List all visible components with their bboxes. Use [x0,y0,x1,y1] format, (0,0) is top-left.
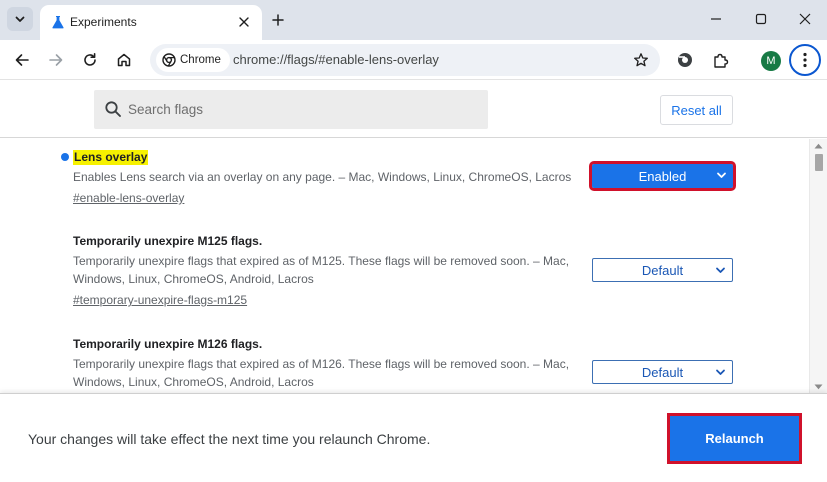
reload-icon [84,53,96,66]
chip-label: Chrome [180,54,221,66]
scroll-up-arrow-icon[interactable] [814,143,823,149]
chevron-down-icon [716,267,725,273]
browser-toolbar: Chrome chrome://flags/#enable-lens-overl… [0,40,827,80]
arrow-left-icon [15,54,29,66]
puzzle-icon [713,53,728,68]
back-button[interactable] [8,46,36,74]
flag-state-value: Enabled [638,168,687,184]
site-info-chip[interactable]: Chrome [156,48,230,72]
tab-experiments[interactable]: Experiments [40,5,262,40]
flag-state-value: Default [641,262,684,278]
search-flags-box[interactable] [94,90,488,129]
search-flags-input[interactable] [128,90,478,129]
scroll-down-arrow-icon[interactable] [814,384,823,390]
page-scrollbar[interactable] [809,139,827,393]
maximize-icon [755,13,767,25]
home-button[interactable] [110,46,138,74]
flag-state-select[interactable]: Default [592,360,733,384]
relaunch-message: Your changes will take effect the next t… [28,431,431,447]
flask-icon [52,16,64,29]
modified-indicator [61,153,69,161]
chevron-down-icon [15,16,25,22]
home-icon [117,53,131,67]
close-icon [239,17,249,27]
flag-description: Temporarily unexpire flags that expired … [73,357,570,389]
chrome-logo-icon [162,53,176,67]
flag-permalink[interactable]: #temporary-unexpire-flags-m125 [73,293,247,308]
close-icon [799,13,811,25]
flag-state-select[interactable]: Enabled [589,161,736,191]
flag-permalink[interactable]: #enable-lens-overlay [73,191,184,206]
minimize-icon [711,18,721,20]
close-tab-button[interactable] [234,12,254,32]
extensions-button[interactable] [706,46,734,74]
minimize-button[interactable] [701,4,731,34]
forward-button[interactable] [42,46,70,74]
chevron-down-icon [716,369,725,375]
flag-title: Lens overlay [73,150,149,165]
arrow-right-icon [49,54,63,66]
flags-header: Reset all [0,81,827,138]
flag-title: Temporarily unexpire M125 flags. [73,234,263,248]
chevron-down-icon [717,172,726,178]
new-tab-button[interactable] [266,8,290,32]
close-window-button[interactable] [790,4,820,34]
bookmark-button[interactable] [630,49,652,71]
tab-search-button[interactable] [7,7,33,31]
reset-all-button[interactable]: Reset all [660,95,733,125]
tab-strip: Experiments [0,0,827,40]
maximize-button[interactable] [746,4,776,34]
flag-description: Enables Lens search via an overlay on an… [73,170,572,184]
scrollbar-thumb[interactable] [815,154,823,171]
reload-button[interactable] [76,46,104,74]
lens-icon [678,53,692,67]
url-text[interactable]: chrome://flags/#enable-lens-overlay [233,52,439,68]
address-bar[interactable]: Chrome chrome://flags/#enable-lens-overl… [150,44,660,76]
kebab-icon [803,52,807,68]
plus-icon [272,14,284,26]
profile-avatar[interactable]: M [761,51,781,71]
star-icon [634,53,648,67]
tab-title: Experiments [70,15,137,29]
flag-list: Lens overlay Enables Lens search via an … [0,139,809,393]
flag-state-value: Default [641,364,684,380]
relaunch-button[interactable]: Relaunch [667,413,802,464]
search-icon [105,101,121,117]
lens-extension-button[interactable] [671,46,699,74]
flag-state-select[interactable]: Default [592,258,733,282]
chrome-menu-button[interactable] [789,44,821,76]
relaunch-bar: Your changes will take effect the next t… [0,393,827,482]
flag-title: Temporarily unexpire M126 flags. [73,337,263,351]
flag-description: Temporarily unexpire flags that expired … [73,254,570,286]
